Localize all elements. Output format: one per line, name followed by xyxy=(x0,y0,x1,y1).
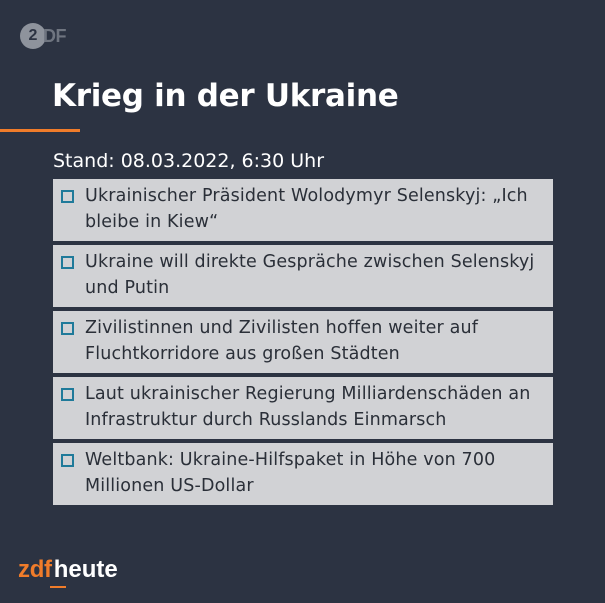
news-item: Zivilistinnen und Zivilisten hoffen weit… xyxy=(53,311,553,373)
zdfheute-logo-zdf: zdf xyxy=(18,556,52,583)
news-item-text: Laut ukrainischer Regierung Milliardensc… xyxy=(85,384,531,430)
news-item: Ukraine will direkte Gespräche zwischen … xyxy=(53,245,553,307)
news-item-text: Ukraine will direkte Gespräche zwischen … xyxy=(85,252,535,298)
news-card: 2 DF Krieg in der Ukraine Stand: 08.03.2… xyxy=(0,0,605,603)
square-bullet-icon xyxy=(61,190,74,203)
news-item-text: Ukrainischer Präsident Wolodymyr Selensk… xyxy=(85,186,528,232)
zdf-logo: 2 DF xyxy=(20,22,67,50)
page-title: Krieg in der Ukraine xyxy=(52,78,399,114)
square-bullet-icon xyxy=(61,388,74,401)
square-bullet-icon xyxy=(61,454,74,467)
news-item: Laut ukrainischer Regierung Milliardensc… xyxy=(53,377,553,439)
square-bullet-icon xyxy=(61,322,74,335)
news-item-text: Zivilistinnen und Zivilisten hoffen weit… xyxy=(85,318,479,364)
square-bullet-icon xyxy=(61,256,74,269)
zdf-logo-text: DF xyxy=(43,25,67,46)
news-item: Ukrainischer Präsident Wolodymyr Selensk… xyxy=(53,179,553,241)
news-list: Ukrainischer Präsident Wolodymyr Selensk… xyxy=(53,179,553,509)
news-item: Weltbank: Ukraine-Hilfspaket in Höhe von… xyxy=(53,443,553,505)
accent-divider xyxy=(0,129,80,132)
timestamp-label: Stand: 08.03.2022, 6:30 Uhr xyxy=(53,150,325,172)
news-item-text: Weltbank: Ukraine-Hilfspaket in Höhe von… xyxy=(85,450,496,496)
zdfheute-logo: zdf heute xyxy=(18,556,118,588)
zdfheute-logo-heute: heute xyxy=(49,556,118,588)
